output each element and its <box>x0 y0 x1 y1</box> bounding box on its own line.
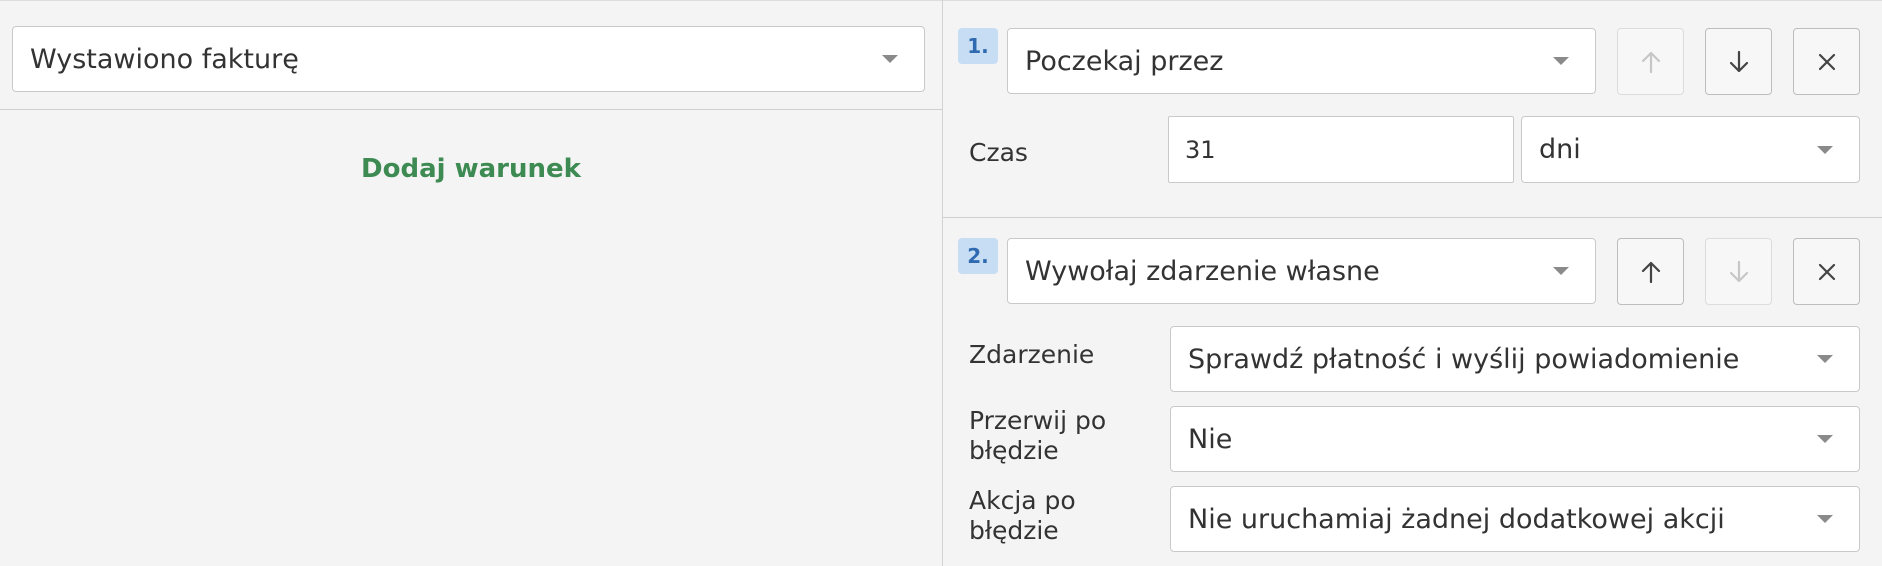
trigger-select-value: Wystawiono fakturę <box>30 43 299 75</box>
move-up-button[interactable] <box>1617 238 1684 305</box>
time-label: Czas <box>969 138 1028 167</box>
step-divider <box>943 217 1882 218</box>
arrow-down-icon <box>1729 50 1748 72</box>
stop-on-error-label: Przerwij po błędzie <box>969 406 1107 465</box>
time-unit-value: dni <box>1539 134 1581 165</box>
chevron-down-icon <box>882 55 898 63</box>
remove-step-button[interactable] <box>1793 28 1860 95</box>
stop-on-error-select[interactable]: Nie <box>1170 406 1860 472</box>
event-select-value: Sprawdź płatność i wyślij powiadomienie <box>1188 343 1740 375</box>
close-icon <box>1818 263 1835 280</box>
chevron-down-icon <box>1553 267 1569 275</box>
trigger-divider <box>0 109 942 110</box>
trigger-pane: Wystawiono fakturę Dodaj warunek <box>0 0 942 566</box>
on-error-action-label: Akcja po błędzie <box>969 486 1076 545</box>
step-number-badge: 2. <box>958 238 998 274</box>
chevron-down-icon <box>1817 435 1833 443</box>
arrow-down-icon <box>1729 260 1748 282</box>
event-select[interactable]: Sprawdź płatność i wyślij powiadomienie <box>1170 326 1860 392</box>
time-value-input[interactable] <box>1168 116 1514 183</box>
actions-pane: 1. Poczekaj przez Czas dni <box>943 0 1882 566</box>
chevron-down-icon <box>1817 145 1833 154</box>
chevron-down-icon <box>1817 515 1833 523</box>
on-error-action-value: Nie uruchamiaj żadnej dodatkowej akcji <box>1188 503 1725 535</box>
add-condition-link[interactable]: Dodaj warunek <box>0 154 942 184</box>
close-icon <box>1818 53 1835 70</box>
arrow-up-icon <box>1641 51 1660 73</box>
move-down-button[interactable] <box>1705 28 1772 95</box>
chevron-down-icon <box>1817 355 1833 363</box>
chevron-down-icon <box>1553 57 1569 65</box>
remove-step-button[interactable] <box>1793 238 1860 305</box>
step-action-value: Poczekaj przez <box>1025 45 1224 77</box>
time-unit-select[interactable]: dni <box>1521 116 1860 183</box>
move-up-button[interactable] <box>1617 28 1684 95</box>
step-action-select[interactable]: Wywołaj zdarzenie własne <box>1007 238 1596 304</box>
step-action-select[interactable]: Poczekaj przez <box>1007 28 1596 94</box>
on-error-action-select[interactable]: Nie uruchamiaj żadnej dodatkowej akcji <box>1170 486 1860 552</box>
arrow-up-icon <box>1641 261 1660 283</box>
step-number-badge: 1. <box>958 28 998 64</box>
trigger-select[interactable]: Wystawiono fakturę <box>12 26 925 92</box>
event-label: Zdarzenie <box>969 340 1095 369</box>
step-action-value: Wywołaj zdarzenie własne <box>1025 255 1380 287</box>
move-down-button[interactable] <box>1705 238 1772 305</box>
stop-on-error-value: Nie <box>1188 423 1233 455</box>
